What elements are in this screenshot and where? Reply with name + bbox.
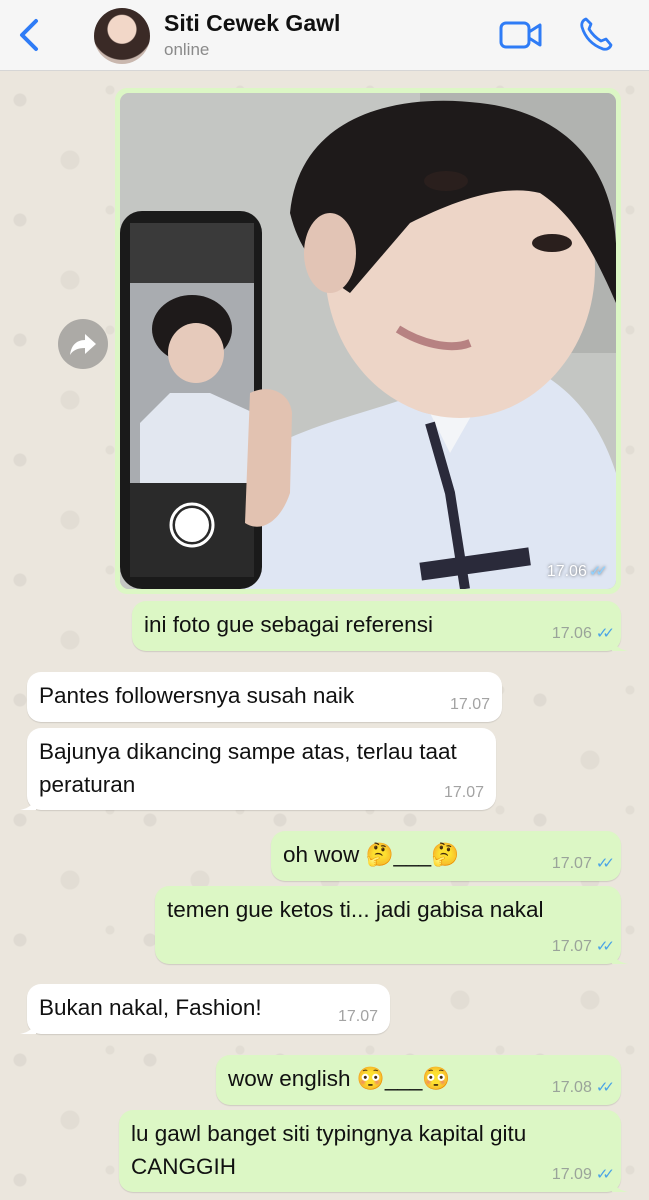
bubble-tail-icon xyxy=(612,635,628,651)
selfie-photo[interactable]: 17.06 ✓✓ xyxy=(120,93,616,589)
message-meta: 17.08 ✓✓ xyxy=(551,1078,615,1096)
phone-icon xyxy=(580,17,613,51)
message-text: ini foto gue sebagai referensi xyxy=(144,612,433,637)
message-text: temen gue ketos ti... jadi gabisa nakal xyxy=(167,897,544,922)
message-meta: 17.07 ✓✓ xyxy=(551,854,615,872)
bubble-tail-icon xyxy=(612,1176,628,1192)
contact-name[interactable]: Siti Cewek Gawl xyxy=(164,10,340,37)
voice-call-button[interactable] xyxy=(578,15,614,53)
forward-button[interactable] xyxy=(58,319,108,369)
message-meta: 17.07 xyxy=(337,1007,378,1025)
read-ticks-icon: ✓✓ xyxy=(588,563,608,580)
message-text: Bajunya dikancing sampe atas, terlau taa… xyxy=(39,739,457,797)
photo-image xyxy=(120,93,616,589)
bubble-tail-icon xyxy=(20,794,36,810)
message-meta: 17.07 ✓✓ xyxy=(551,937,615,955)
read-ticks-icon: ✓✓ xyxy=(595,937,615,955)
read-ticks-icon: ✓✓ xyxy=(595,854,615,872)
message-text: Bukan nakal, Fashion! xyxy=(39,995,262,1020)
message-bubble-incoming[interactable]: Pantes followersnya susah naik 17.07 xyxy=(27,672,502,722)
video-call-button[interactable] xyxy=(499,18,543,52)
message-time: 17.06 ✓✓ xyxy=(546,563,608,580)
message-bubble-incoming[interactable]: Bukan nakal, Fashion! 17.07 xyxy=(20,984,390,1034)
message-text: oh wow 🤔___🤔 xyxy=(283,842,460,867)
message-text: lu gawl banget siti typingnya kapital gi… xyxy=(131,1121,527,1179)
chat-header: Siti Cewek Gawl online xyxy=(0,0,649,71)
chevron-left-icon xyxy=(20,19,38,51)
contact-status: online xyxy=(164,40,210,59)
photo-message[interactable]: 17.06 ✓✓ xyxy=(115,88,621,594)
message-meta: 17.06 ✓✓ xyxy=(551,624,615,642)
bubble-tail-icon xyxy=(612,948,628,964)
message-bubble-outgoing[interactable]: oh wow 🤔___🤔 17.07 ✓✓ xyxy=(271,831,621,881)
message-meta: 17.07 xyxy=(449,695,490,713)
bubble-tail-icon xyxy=(20,1018,36,1034)
message-meta: 17.07 xyxy=(443,783,484,801)
message-text: wow english 😳___😳 xyxy=(228,1066,451,1091)
message-bubble-outgoing[interactable]: lu gawl banget siti typingnya kapital gi… xyxy=(119,1110,628,1192)
message-text: Pantes followersnya susah naik xyxy=(39,683,355,708)
read-ticks-icon: ✓✓ xyxy=(595,1078,615,1096)
back-button[interactable] xyxy=(14,16,44,54)
contact-avatar[interactable] xyxy=(94,8,150,64)
message-bubble-outgoing[interactable]: temen gue ketos ti... jadi gabisa nakal … xyxy=(155,886,628,964)
read-ticks-icon: ✓✓ xyxy=(595,624,615,642)
read-ticks-icon: ✓✓ xyxy=(595,1165,615,1183)
message-bubble-incoming[interactable]: Bajunya dikancing sampe atas, terlau taa… xyxy=(20,728,496,810)
message-meta: 17.09 ✓✓ xyxy=(551,1165,615,1183)
forward-arrow-icon xyxy=(70,334,96,355)
video-camera-icon xyxy=(499,21,542,49)
message-bubble-outgoing[interactable]: ini foto gue sebagai referensi 17.06 ✓✓ xyxy=(132,601,628,651)
message-bubble-outgoing[interactable]: wow english 😳___😳 17.08 ✓✓ xyxy=(216,1055,621,1105)
